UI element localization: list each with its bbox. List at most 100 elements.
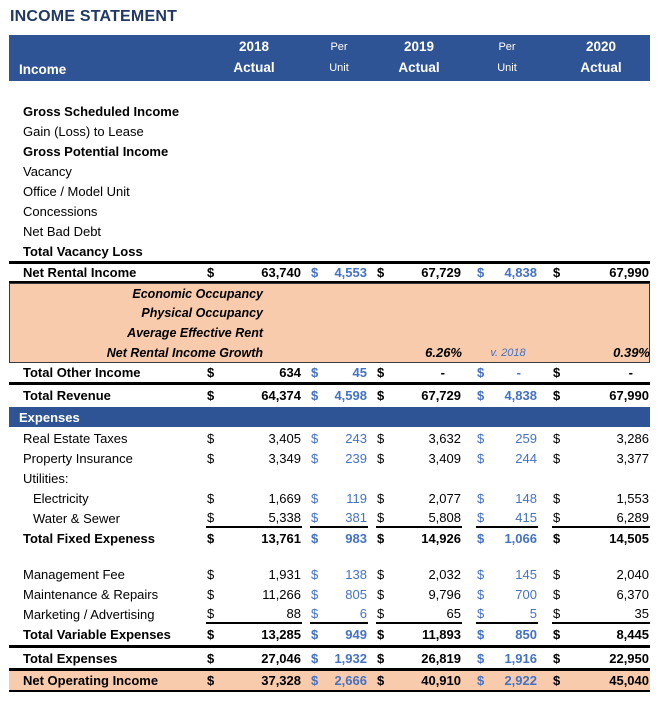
dollar-sign: $ [477,530,485,546]
money-cell: $4,838 [476,385,538,405]
money-cell: $5,808 [376,508,462,528]
row-electricity: Electricity $1,669 $119 $2,077 $148 $1,553 [9,488,650,508]
dollar-sign: $ [311,586,319,602]
amount: 14,926 [421,530,461,546]
row-net-rental-income-growth: Net Rental Income Growth 6.26% v. 2018 0.39… [9,343,650,363]
amount: 13,285 [261,626,301,642]
row-total-vacancy-loss: Total Vacancy Loss [9,241,650,261]
dollar-sign: $ [207,673,215,688]
money-cell: $2,032 [376,564,462,584]
row-utilities: Utilities: [9,468,650,488]
amount: 6,370 [616,586,649,602]
money-cell: $3,405 [206,428,302,448]
dollar-sign: $ [207,509,215,525]
row-label: Gross Potential Income [23,143,169,159]
amount: 3,405 [268,430,301,446]
money-cell: $5 [476,604,538,624]
money-cell: $64,374 [206,385,302,405]
money-cell: $1,669 [206,488,302,508]
note-reference: v. 2018 [490,346,526,359]
money-cell: $381 [310,508,368,528]
amount: 14,505 [609,530,649,546]
money-cell: $67,729 [376,385,462,405]
money-cell: $983 [310,528,368,548]
amount: 4,838 [504,387,537,403]
row-label: Net Bad Debt [23,223,102,239]
dollar-sign: $ [377,673,385,688]
row-maintenance-repairs: Maintenance & Repairs $11,266 $805 $9,796 $7… [9,584,650,604]
row-label: Total Vacancy Loss [23,243,143,259]
amount: 2,032 [428,566,461,582]
dollar-sign: $ [553,626,561,642]
amount: 145 [515,566,537,582]
money-cell: $2,922 [476,671,538,690]
note-value: 6.26% [425,345,462,360]
dollar-sign: $ [477,650,485,666]
row-label: Utilities: [23,470,69,486]
amount: 37,328 [261,673,301,688]
amount: 5,338 [268,509,301,525]
dollar-sign: $ [553,365,561,380]
row-gain-loss-to-lease: Gain (Loss) to Lease [9,121,650,141]
row-label: Gross Scheduled Income [23,103,180,119]
dollar-sign: $ [311,365,319,380]
income-statement-page: INCOME STATEMENT Income 2018 Actual Per … [0,0,658,692]
amount: 67,729 [421,265,461,280]
row-label: Concessions [23,203,98,219]
money-cell: $11,266 [206,584,302,604]
row-physical-occupancy: Physical Occupancy [9,303,650,323]
amount: 244 [515,450,537,466]
amount: 13,761 [261,530,301,546]
dollar-sign: $ [207,605,215,621]
row-label: Total Expenses [23,650,118,666]
money-cell: $1,932 [310,648,368,668]
amount: 3,377 [616,450,649,466]
amount: 88 [286,605,301,621]
money-cell: $119 [310,488,368,508]
money-cell: $138 [310,564,368,584]
dollar-sign: $ [477,673,485,688]
dollar-sign: $ [477,626,485,642]
row-total-revenue: Total Revenue $64,374 $4,598 $67,729 $4,838 $… [9,385,650,405]
dollar-sign: $ [553,387,561,403]
header-col-per-unit-2018: Per Unit [329,41,349,74]
amount: 4,553 [334,265,367,280]
money-cell: $11,893 [376,624,462,644]
money-cell: $3,377 [552,448,650,468]
row-economic-occupancy: Economic Occupancy [9,283,650,303]
row-marketing-advertising: Marketing / Advertising $88 $6 $65 $5 $35 [9,604,650,624]
dollar-sign: $ [553,265,561,280]
row-gross-potential-income: Gross Potential Income [9,141,650,161]
money-cell: $40,910 [376,671,462,690]
row-total-other-income: Total Other Income $634 $45 $ - $ - $ - [9,363,650,385]
statement-table-body: Gross Scheduled Income Gain (Loss) to Lea… [9,81,650,692]
dollar-sign: $ [207,626,215,642]
dollar-sign: $ [377,490,385,506]
dollar-sign: $ [207,387,215,403]
amount: - [628,365,633,380]
row-gross-scheduled-income: Gross Scheduled Income [9,101,650,121]
dollar-sign: $ [553,530,561,546]
amount: 11,266 [262,586,301,602]
money-cell: $148 [476,488,538,508]
row-label: Electricity [33,490,89,506]
dollar-sign: $ [477,365,485,380]
amount: 1,553 [616,490,649,506]
amount: 6 [359,605,367,621]
money-cell: $243 [310,428,368,448]
dollar-sign: $ [311,566,319,582]
amount: 35 [634,605,649,621]
row-label: Total Other Income [23,365,141,380]
row-label: Water & Sewer [33,510,120,526]
amount: 67,990 [609,265,649,280]
money-cell: $700 [476,584,538,604]
row-label: Net Rental Income Growth [106,345,263,360]
amount: 45 [352,365,367,380]
dollar-sign: $ [311,509,319,525]
row-label: Real Estate Taxes [23,430,128,446]
money-cell: $ - [376,363,462,382]
dollar-sign: $ [377,450,385,466]
dollar-sign: $ [311,650,319,666]
money-cell: $3,286 [552,428,650,448]
amount: 67,990 [609,387,649,403]
